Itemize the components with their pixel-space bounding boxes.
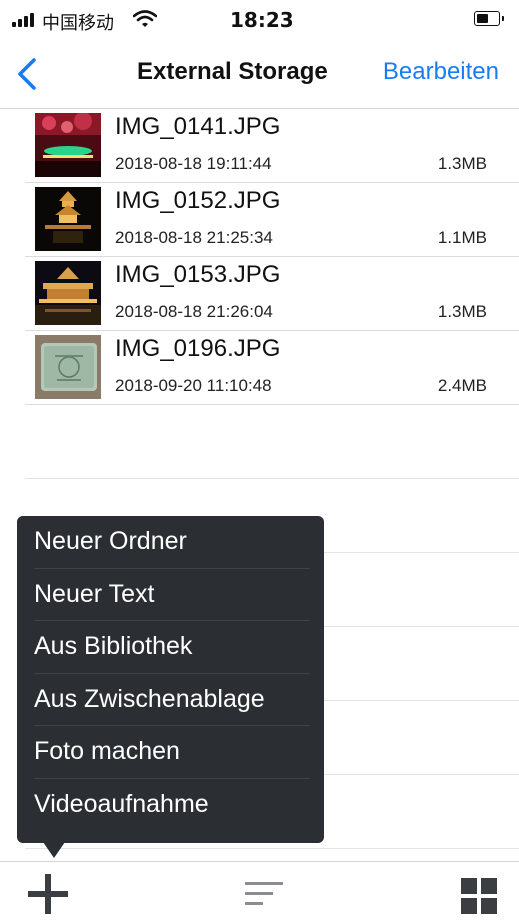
file-size: 2.4MB <box>437 376 487 395</box>
edit-button[interactable]: Bearbeiten <box>383 58 499 86</box>
file-size: 1.3MB <box>437 302 487 321</box>
file-name: IMG_0152.JPG <box>115 187 281 214</box>
image-thumbnail <box>35 335 101 399</box>
file-date: 2018-09-20 11:10:48 <box>115 376 272 395</box>
wifi-icon <box>132 9 158 34</box>
image-thumbnail <box>35 187 101 251</box>
add-menu-popup: Neuer Ordner Neuer Text Aus Bibliothek A… <box>17 516 324 843</box>
back-button[interactable] <box>10 54 46 94</box>
file-name: IMG_0153.JPG <box>115 261 281 288</box>
file-date: 2018-08-18 21:25:34 <box>115 228 273 247</box>
menu-item-record-video[interactable]: Videoaufnahme <box>34 779 310 831</box>
file-row[interactable]: IMG_0152.JPG 2018-08-18 21:25:34 1.1MB <box>25 183 519 257</box>
add-button[interactable] <box>26 872 70 916</box>
grid-view-button[interactable] <box>458 872 502 916</box>
image-thumbnail <box>35 113 101 177</box>
file-row[interactable]: IMG_0153.JPG 2018-08-18 21:26:04 1.3MB <box>25 257 519 331</box>
chevron-left-icon <box>18 58 36 90</box>
menu-item-from-clipboard[interactable]: Aus Zwischenablage <box>34 674 310 726</box>
battery-icon <box>474 11 504 26</box>
carrier-name: 中国移动 <box>42 13 114 33</box>
status-bar: 中国移动 18:23 <box>0 0 519 40</box>
menu-item-new-folder[interactable]: Neuer Ordner <box>34 516 310 569</box>
file-size: 1.3MB <box>437 154 487 173</box>
menu-item-new-text[interactable]: Neuer Text <box>34 569 310 621</box>
grid-view-icon <box>461 878 497 914</box>
file-date: 2018-08-18 21:26:04 <box>115 302 273 321</box>
file-date: 2018-08-18 19:11:44 <box>115 154 272 173</box>
navigation-bar: External Storage Bearbeiten <box>0 40 519 109</box>
plus-icon <box>28 874 68 914</box>
bottom-toolbar <box>0 861 519 919</box>
menu-item-from-library[interactable]: Aus Bibliothek <box>34 621 310 674</box>
image-thumbnail <box>35 261 101 325</box>
menu-pointer-arrow <box>43 842 65 858</box>
page-title: External Storage <box>137 58 328 85</box>
status-time: 18:23 <box>230 8 294 32</box>
file-name: IMG_0141.JPG <box>115 113 281 140</box>
file-row[interactable]: IMG_0141.JPG 2018-08-18 19:11:44 1.3MB <box>25 109 519 183</box>
file-row[interactable]: IMG_0196.JPG 2018-09-20 11:10:48 2.4MB <box>25 331 519 405</box>
sort-lines-icon <box>245 882 283 905</box>
sort-button[interactable] <box>243 872 287 916</box>
menu-item-take-photo[interactable]: Foto machen <box>34 726 310 779</box>
file-name: IMG_0196.JPG <box>115 335 281 362</box>
file-size: 1.1MB <box>437 228 487 247</box>
empty-list-row <box>25 405 519 479</box>
